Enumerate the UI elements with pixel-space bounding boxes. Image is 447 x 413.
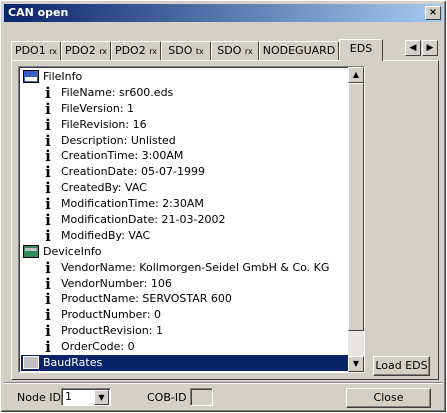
tree-section-label: FileInfo: [43, 70, 83, 83]
scroll-thumb[interactable]: [348, 83, 364, 331]
info-icon: i: [45, 274, 51, 293]
tree-item-label: FileName: sr600.eds: [61, 85, 174, 99]
cob-id-field: [190, 388, 213, 406]
info-icon: i: [45, 290, 51, 309]
info-icon: i: [45, 99, 51, 118]
tree-item[interactable]: i ProductRevision: 1: [21, 323, 349, 339]
load-eds-button[interactable]: Load EDS: [373, 356, 430, 376]
tree-section-label: BaudRates: [43, 356, 103, 370]
tree-item[interactable]: i FileName: sr600.eds: [21, 85, 349, 101]
tree-item-label: ModificationDate: 21-03-2002: [61, 213, 226, 227]
tree-item[interactable]: i ModifiedBy: VAC: [21, 228, 349, 244]
tab-sub: tx: [195, 47, 204, 56]
info-icon: i: [45, 306, 51, 325]
tree-item-label: CreationDate: 05-07-1999: [61, 165, 205, 179]
tab-pdo2-rx-a[interactable]: PDO2 rx: [61, 41, 111, 60]
tree-item-label: ProductNumber: 0: [61, 308, 161, 322]
tree-item-label: FileVersion: 1: [61, 101, 135, 115]
tab-pdo2-rx-b[interactable]: PDO2 rx: [111, 41, 161, 60]
info-icon: i: [45, 338, 51, 357]
info-icon: i: [45, 195, 51, 214]
cob-id-label: COB-ID: [147, 391, 187, 404]
scroll-up-icon[interactable]: ▲: [348, 67, 364, 83]
close-button[interactable]: Close: [346, 388, 431, 408]
tab-sdo-tx[interactable]: SDO tx: [161, 41, 211, 60]
eds-file-icon: [23, 70, 39, 83]
info-icon: i: [45, 83, 51, 102]
tab-scroll-left-icon[interactable]: ◀: [405, 40, 421, 56]
tree-item-label: ModifiedBy: VAC: [61, 228, 151, 242]
tree-item[interactable]: i CreationTime: 3:00AM: [21, 148, 349, 164]
tab-label: SDO: [168, 44, 193, 57]
info-icon: i: [45, 226, 51, 245]
tree-item[interactable]: i VendorNumber: 106: [21, 276, 349, 292]
chevron-down-icon[interactable]: ▼: [94, 390, 109, 405]
tree-item-label: CreatedBy: VAC: [61, 181, 147, 195]
tab-sub: rx: [49, 47, 58, 56]
tree-content: FileInfo i FileName: sr600.eds i FileVersion…: [21, 69, 349, 371]
tree-item[interactable]: i ModificationDate: 21-03-2002: [21, 212, 349, 228]
scroll-down-icon[interactable]: ▼: [348, 356, 364, 372]
tree-section-deviceinfo[interactable]: DeviceInfo: [21, 244, 349, 260]
info-icon: i: [45, 115, 51, 134]
bottom-separator: [4, 382, 443, 384]
info-icon: i: [45, 131, 51, 150]
tree-item[interactable]: i ProductName: SERVOSTAR 600: [21, 291, 349, 307]
tree-item-label: VendorName: Kollmorgen-Seidel GmbH & Co.…: [61, 260, 330, 274]
tab-nodeguard[interactable]: NODEGUARD: [259, 41, 339, 60]
tab-sub: rx: [244, 47, 253, 56]
tab-sub: rx: [149, 47, 158, 56]
tree-vertical-scrollbar[interactable]: ▲ ▼: [348, 67, 364, 372]
node-id-select[interactable]: 1 ▼: [61, 388, 111, 406]
tree-section-baudrates[interactable]: BaudRates: [21, 355, 349, 371]
tree-item[interactable]: i CreatedBy: VAC: [21, 180, 349, 196]
info-icon: i: [45, 179, 51, 198]
node-id-value: 1: [65, 390, 72, 403]
tree-item-label: CreationTime: 3:00AM: [61, 149, 184, 163]
info-icon: i: [45, 258, 51, 277]
tree-item-label: ProductName: SERVOSTAR 600: [61, 292, 232, 306]
tab-pdo1-rx[interactable]: PDO1 rx: [11, 41, 61, 60]
tree-item[interactable]: i Description: Unlisted: [21, 133, 349, 149]
tab-label: NODEGUARD: [262, 44, 336, 57]
tree-item[interactable]: i FileVersion: 1: [21, 101, 349, 117]
tree-item[interactable]: i ModificationTime: 2:30AM: [21, 196, 349, 212]
tree-item[interactable]: i FileRevision: 16: [21, 117, 349, 133]
tree-item-label: Description: Unlisted: [61, 133, 176, 147]
tab-label: SDO: [217, 44, 242, 57]
window-title: CAN open: [8, 6, 69, 19]
tab-label: PDO2: [114, 44, 146, 57]
title-bar: CAN open ×: [4, 4, 443, 22]
tree-item[interactable]: i OrderCode: 0: [21, 339, 349, 355]
node-id-label: Node ID: [17, 391, 61, 404]
tab-label: PDO1: [14, 44, 46, 57]
tree-item[interactable]: i ProductNumber: 0: [21, 307, 349, 323]
tab-label: PDO2: [64, 44, 96, 57]
tree-section-label: DeviceInfo: [43, 244, 102, 258]
tab-sub: rx: [99, 47, 108, 56]
tree-item-label: VendorNumber: 106: [61, 276, 172, 290]
tab-sdo-rx[interactable]: SDO rx: [211, 41, 259, 60]
tree-item-label: ProductRevision: 1: [61, 324, 163, 338]
tree-section-fileinfo[interactable]: FileInfo: [21, 69, 349, 85]
tab-label: EDS: [349, 42, 373, 55]
tree-item-label: FileRevision: 16: [61, 117, 147, 131]
tree-item-label: ModificationTime: 2:30AM: [61, 197, 204, 211]
info-icon: i: [45, 147, 51, 166]
info-icon: i: [45, 211, 51, 230]
tree-item[interactable]: i VendorName: Kollmorgen-Seidel GmbH & Co…: [21, 260, 349, 276]
tab-scroll-right-icon[interactable]: ▶: [422, 40, 438, 56]
device-icon: [23, 244, 39, 258]
tree-item[interactable]: i CreationDate: 05-07-1999: [21, 164, 349, 180]
baudrates-icon: [23, 356, 39, 370]
eds-tree-view[interactable]: FileInfo i FileName: sr600.eds i FileVersion…: [18, 66, 365, 373]
can-open-dialog: CAN open × PDO1 rx PDO2 rx PDO2 rx SDO t…: [0, 0, 447, 413]
info-icon: i: [45, 322, 51, 341]
close-window-icon[interactable]: ×: [425, 6, 441, 20]
tab-eds[interactable]: EDS: [339, 39, 383, 61]
tree-item-label: OrderCode: 0: [61, 340, 135, 354]
info-icon: i: [45, 163, 51, 182]
